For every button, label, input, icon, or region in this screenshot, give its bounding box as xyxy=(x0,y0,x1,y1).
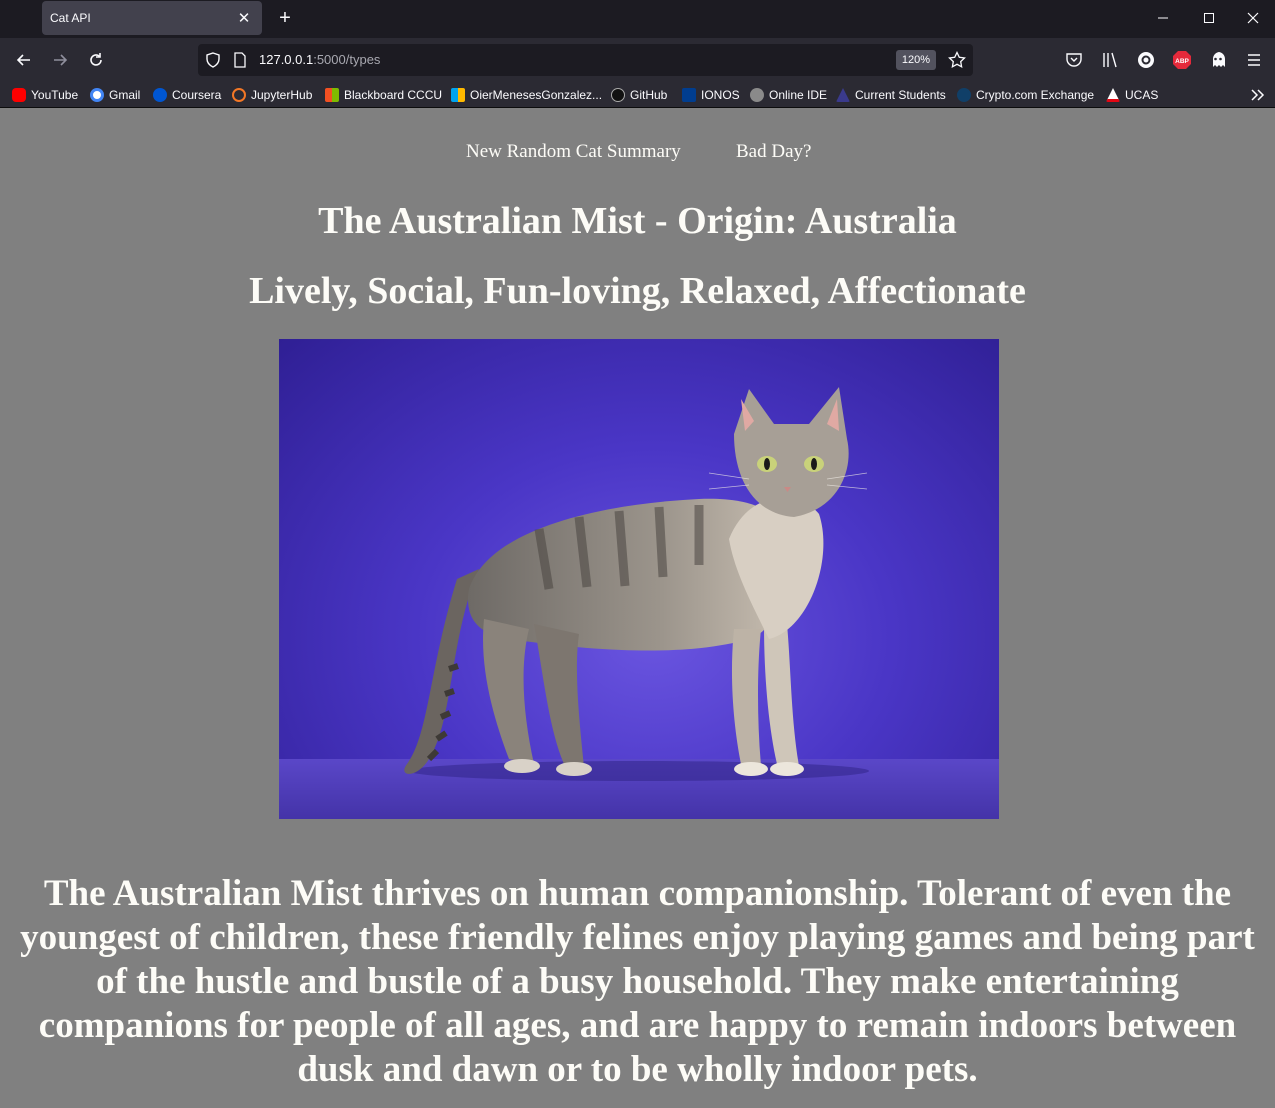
page-content: New Random Cat Summary Bad Day? The Aust… xyxy=(0,109,1275,1108)
bookmark-label: Coursera xyxy=(172,88,222,102)
back-icon[interactable] xyxy=(12,48,36,72)
ucas-icon xyxy=(1106,88,1120,102)
close-tab-icon[interactable]: ✕ xyxy=(236,9,252,27)
microsoft-icon xyxy=(451,88,465,102)
bookmarks-toolbar: YouTube Gmail Coursera JupyterHub Blackb… xyxy=(0,82,1275,108)
bookmarks-overflow-icon[interactable] xyxy=(1249,86,1265,104)
bookmark-label: UCAS xyxy=(1125,88,1159,102)
bookmark-star-icon[interactable] xyxy=(948,50,966,74)
bookmark-jupyterhub[interactable]: JupyterHub xyxy=(232,86,312,104)
svg-text:ABP: ABP xyxy=(1175,58,1189,65)
bookmark-online-ide[interactable]: Online IDE xyxy=(750,86,827,104)
pocket-icon[interactable] xyxy=(1064,50,1084,70)
bookmark-github[interactable]: GitHub xyxy=(611,86,667,104)
bad-day-link[interactable]: Bad Day? xyxy=(736,141,811,163)
tracking-protection-icon[interactable] xyxy=(205,52,221,73)
browser-tab[interactable]: Cat API ✕ xyxy=(42,1,262,35)
microsoft-icon xyxy=(325,88,339,102)
tab-bar: Cat API ✕ + xyxy=(0,0,1275,38)
navigation-toolbar: 127.0.0.1:5000/types 120% ABP xyxy=(0,38,1275,82)
minimize-icon[interactable] xyxy=(1140,0,1186,36)
bookmark-gmail[interactable]: Gmail xyxy=(90,86,140,104)
bookmark-blackboard[interactable]: Blackboard CCCU xyxy=(325,86,442,104)
github-icon xyxy=(611,88,625,102)
page-info-icon[interactable] xyxy=(233,52,247,73)
bookmark-oiermeneses[interactable]: OierMenesesGonzalez... xyxy=(451,86,602,104)
breed-description: The Australian Mist thrives on human com… xyxy=(20,873,1255,1090)
bookmark-label: GitHub xyxy=(630,88,668,102)
url-text[interactable]: 127.0.0.1:5000/types xyxy=(259,52,380,67)
bookmark-ucas[interactable]: UCAS xyxy=(1106,86,1158,104)
ghostery-icon[interactable] xyxy=(1208,50,1228,70)
youtube-icon xyxy=(12,88,26,102)
bookmark-current-students[interactable]: Current Students xyxy=(836,86,946,104)
adblock-plus-icon[interactable]: ABP xyxy=(1172,50,1192,70)
ionos-icon xyxy=(682,88,696,102)
crypto-icon xyxy=(957,88,971,102)
library-icon[interactable] xyxy=(1100,50,1120,70)
url-host: 127.0.0.1 xyxy=(259,52,314,67)
breed-temperament: Lively, Social, Fun-loving, Relaxed, Aff… xyxy=(249,270,1026,312)
zoom-level-badge[interactable]: 120% xyxy=(896,50,936,70)
extension-o-icon[interactable] xyxy=(1136,50,1156,70)
bookmark-crypto[interactable]: Crypto.com Exchange xyxy=(957,86,1094,104)
forward-icon[interactable] xyxy=(48,48,72,72)
bookmark-coursera[interactable]: Coursera xyxy=(153,86,221,104)
new-random-cat-link[interactable]: New Random Cat Summary xyxy=(466,141,681,163)
menu-hamburger-icon[interactable] xyxy=(1244,50,1264,70)
online-ide-icon xyxy=(750,88,764,102)
breed-title: The Australian Mist - Origin: Australia xyxy=(318,200,957,242)
maximize-icon[interactable] xyxy=(1186,0,1232,36)
bookmark-label: JupyterHub xyxy=(251,88,313,102)
bookmark-label: Crypto.com Exchange xyxy=(976,88,1095,102)
bookmark-label: IONOS xyxy=(701,88,740,102)
current-students-icon xyxy=(836,88,850,102)
coursera-icon xyxy=(153,88,167,102)
google-icon xyxy=(90,88,104,102)
close-window-icon[interactable] xyxy=(1230,0,1275,36)
bookmark-label: YouTube xyxy=(31,88,79,102)
bookmark-label: Online IDE xyxy=(769,88,828,102)
jupyter-icon xyxy=(232,88,246,102)
bookmark-label: Gmail xyxy=(109,88,141,102)
bookmark-label: Current Students xyxy=(855,88,946,102)
url-path: :5000/types xyxy=(313,52,381,67)
cat-illustration xyxy=(279,387,999,819)
bookmark-label: OierMenesesGonzalez... xyxy=(470,88,603,102)
cat-image xyxy=(279,339,999,819)
reload-icon[interactable] xyxy=(84,48,108,72)
bookmark-youtube[interactable]: YouTube xyxy=(12,86,78,104)
bookmark-ionos[interactable]: IONOS xyxy=(682,86,740,104)
new-tab-icon[interactable]: + xyxy=(276,7,294,29)
address-bar[interactable]: 127.0.0.1:5000/types 120% xyxy=(198,44,973,76)
bookmark-label: Blackboard CCCU xyxy=(344,88,443,102)
tab-title: Cat API xyxy=(50,11,91,25)
